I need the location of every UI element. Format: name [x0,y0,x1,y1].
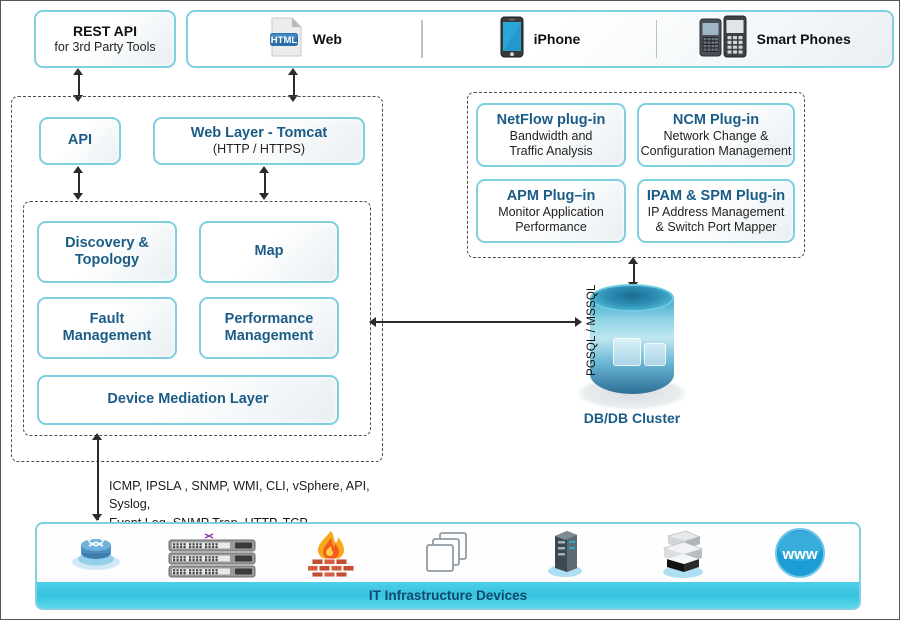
infrastructure-panel: www IT Infrastructure Devices [35,522,861,610]
ipam-spm-plugin-box[interactable]: IPAM & SPM Plug-in IP Address Management… [637,179,795,243]
netflow-plugin-title: NetFlow plug-in [496,111,606,128]
database-glass-large [613,338,641,366]
discovery-topology-line2: Topology [74,252,140,268]
netflow-plugin-box[interactable]: NetFlow plug-in Bandwidth and Traffic An… [476,103,626,167]
router-icon [69,532,123,579]
netflow-plugin-line1: Bandwidth and [509,128,593,143]
rest-api-title: REST API [72,23,138,40]
rest-api-box[interactable]: REST API for 3rd Party Tools [34,10,176,68]
server-icon [543,528,587,583]
web-layer-title: Web Layer - Tomcat [190,125,328,142]
connector-api-core-arrow-down [73,193,83,200]
virtualization-icon [424,530,472,581]
ncm-plugin-line1: Network Change & [663,128,769,143]
svg-text:www: www [782,546,818,563]
discovery-topology-line1: Discovery & [65,234,149,251]
apm-plugin-box[interactable]: APM Plug–in Monitor Application Performa… [476,179,626,243]
connector-restapi-api-arrow-up [73,68,83,75]
apm-plugin-line1: Monitor Application [498,204,604,219]
architecture-diagram: REST API for 3rd Party Tools HTML Web iP… [0,0,900,620]
infrastructure-bar-label: IT Infrastructure Devices [368,587,528,603]
device-mediation-layer-box[interactable]: Device Mediation Layer [37,375,339,425]
connector-core-infrastructure-arrow-down [92,514,102,521]
web-layer-subtitle: (HTTP / HTTPS) [212,142,306,157]
connector-web-tomcat-arrow-up [288,68,298,75]
database-label: DB/DB Cluster [583,410,681,426]
performance-management-line1: Performance [224,310,314,327]
switch-stack-icon [167,528,259,583]
performance-management-box[interactable]: Performance Management [199,297,339,359]
firewall-icon [306,529,354,582]
ipam-spm-plugin-line1: IP Address Management [647,204,785,219]
ncm-plugin-box[interactable]: NCM Plug-in Network Change & Configurati… [637,103,795,167]
connector-tomcat-core-arrow-down [259,193,269,200]
client-iphone-label: iPhone [533,31,581,47]
device-website[interactable]: www [742,524,859,586]
printer-icon [654,528,712,583]
html-document-icon: HTML [269,17,303,62]
connector-plugins-db-arrow-up [628,257,638,264]
ncm-plugin-line2: Configuration Management [640,143,792,158]
map-title: Map [254,243,284,260]
database-side-label: PGSQL / MSSQL [586,284,598,376]
fault-management-box[interactable]: Fault Management [37,297,177,359]
client-smart-phones[interactable]: Smart Phones [657,12,892,66]
device-switch[interactable] [154,524,271,586]
connector-api-core-arrow-up [73,166,83,173]
netflow-plugin-line2: Traffic Analysis [509,143,593,158]
ipam-spm-plugin-line2: & Switch Port Mapper [655,219,777,234]
ncm-plugin-title: NCM Plug-in [672,111,760,128]
smartphones-icon [699,15,747,64]
device-server[interactable] [507,524,624,586]
iphone-icon [500,16,524,63]
ipam-spm-plugin-title: IPAM & SPM Plug-in [646,187,786,204]
device-mediation-layer-title: Device Mediation Layer [107,391,269,408]
connector-tomcat-core-arrow-up [259,166,269,173]
database-glass-small [644,343,666,366]
database-cylinder-top [590,284,674,312]
connector-core-infrastructure-arrow-up [92,433,102,440]
svg-text:HTML: HTML [270,35,297,46]
client-smart-phones-label: Smart Phones [756,31,851,47]
device-router[interactable] [37,524,154,586]
infrastructure-icon-row: www [37,524,859,586]
fault-management-line2: Management [62,328,152,344]
map-box[interactable]: Map [199,221,339,283]
apm-plugin-title: APM Plug–in [506,187,596,204]
client-access-bar: HTML Web iPhone Smart Phones [186,10,894,68]
performance-management-line2: Management [224,328,314,344]
client-web[interactable]: HTML Web [188,12,423,66]
device-virtualization[interactable] [389,524,506,586]
web-layer-box[interactable]: Web Layer - Tomcat (HTTP / HTTPS) [153,117,365,165]
api-box[interactable]: API [39,117,121,165]
infrastructure-bar: IT Infrastructure Devices [37,582,859,608]
device-firewall[interactable] [272,524,389,586]
fault-management-line1: Fault [89,310,125,327]
discovery-topology-box[interactable]: Discovery & Topology [37,221,177,283]
connector-core-db [373,321,579,323]
client-web-label: Web [312,31,342,47]
device-printer[interactable] [624,524,741,586]
api-title: API [67,132,93,149]
apm-plugin-line2: Performance [515,219,587,234]
connector-core-db-arrow-left [369,317,376,327]
rest-api-subtitle: for 3rd Party Tools [54,39,156,54]
www-globe-icon: www [774,527,826,584]
client-iphone[interactable]: iPhone [423,12,658,66]
connector-core-infrastructure [97,436,99,520]
